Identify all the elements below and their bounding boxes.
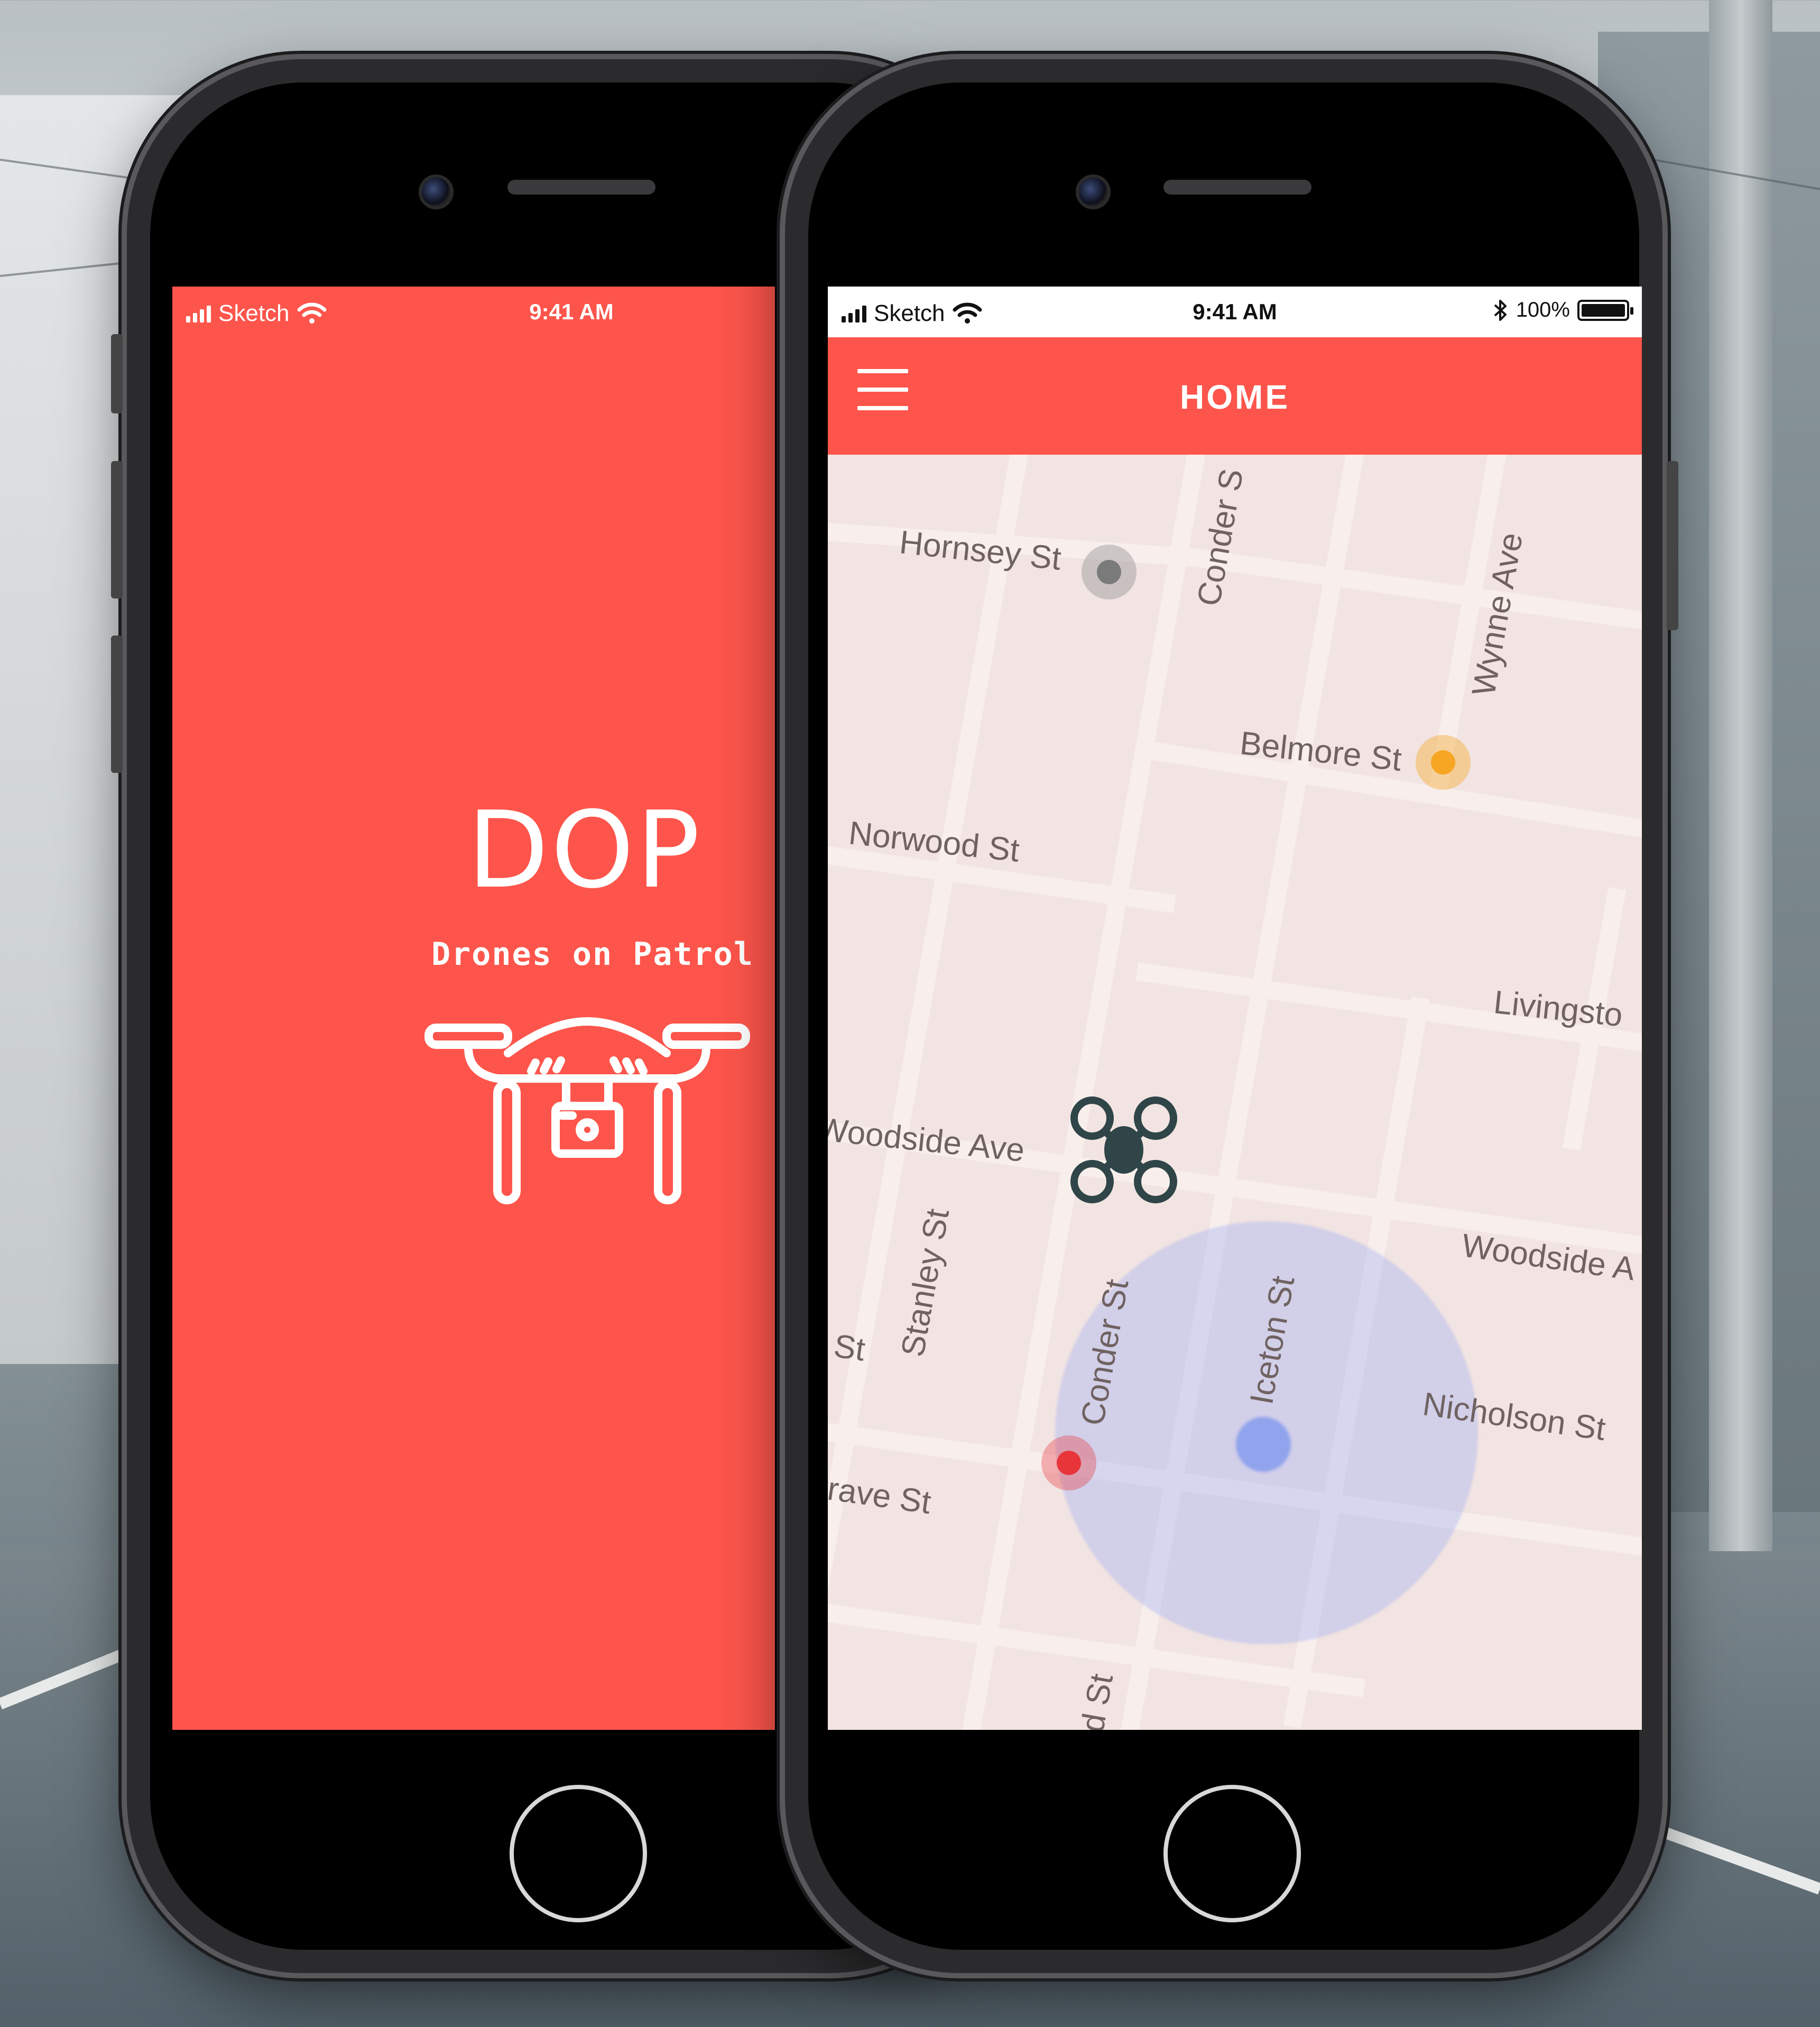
street-label: rave St xyxy=(828,1470,934,1522)
blue-location-marker[interactable] xyxy=(1236,1417,1291,1472)
drone-with-camera-icon xyxy=(424,1017,750,1204)
home-button[interactable] xyxy=(510,1785,647,1922)
battery-percent: 100% xyxy=(1516,298,1570,321)
app-bar: HOME xyxy=(828,337,1642,455)
earpiece-speaker xyxy=(507,180,655,195)
map-view[interactable]: Hornsey St Conder S Wynne Ave Belmore St… xyxy=(828,455,1642,1730)
status-bar: Sketch 9:41 AM 100% xyxy=(828,287,1642,337)
street-label: Woodside Ave xyxy=(828,1111,1027,1169)
status-bar: Sketch 9:41 AM xyxy=(172,287,775,337)
splash-screen: Sketch 9:41 AM DOP Drones on Patrol xyxy=(172,287,775,1730)
phone-right: Sketch 9:41 AM 100% HOME Hornsey St Cond… xyxy=(785,59,1678,1973)
street-label: Stanley St xyxy=(894,1206,957,1360)
power-button xyxy=(1667,461,1678,630)
earpiece-speaker xyxy=(1163,180,1311,195)
bluetooth-icon xyxy=(1494,299,1507,321)
battery-icon xyxy=(1577,299,1633,321)
background-utility-pole xyxy=(1709,0,1772,1745)
app-subtitle: Drones on Patrol xyxy=(431,936,754,973)
street-label: Hornsey St xyxy=(898,524,1063,577)
street-label: St xyxy=(832,1328,867,1368)
yellow-location-marker[interactable] xyxy=(1416,735,1471,790)
page-title: HOME xyxy=(1180,378,1290,416)
home-button[interactable] xyxy=(1163,1785,1301,1922)
red-location-marker[interactable] xyxy=(1041,1435,1096,1490)
mute-switch xyxy=(111,334,123,413)
street-label: d St xyxy=(1074,1671,1121,1730)
front-camera xyxy=(419,174,454,209)
home-screen: Sketch 9:41 AM 100% HOME Hornsey St Cond… xyxy=(828,287,1642,1730)
gray-location-marker[interactable] xyxy=(1082,545,1137,600)
volume-down-button xyxy=(111,635,123,773)
status-time: 9:41 AM xyxy=(529,299,614,324)
map-road xyxy=(1178,546,1642,631)
front-camera xyxy=(1076,174,1111,209)
quadcopter-icon[interactable] xyxy=(1068,1094,1179,1205)
app-title: DOP xyxy=(467,789,703,912)
volume-up-button xyxy=(111,461,123,598)
